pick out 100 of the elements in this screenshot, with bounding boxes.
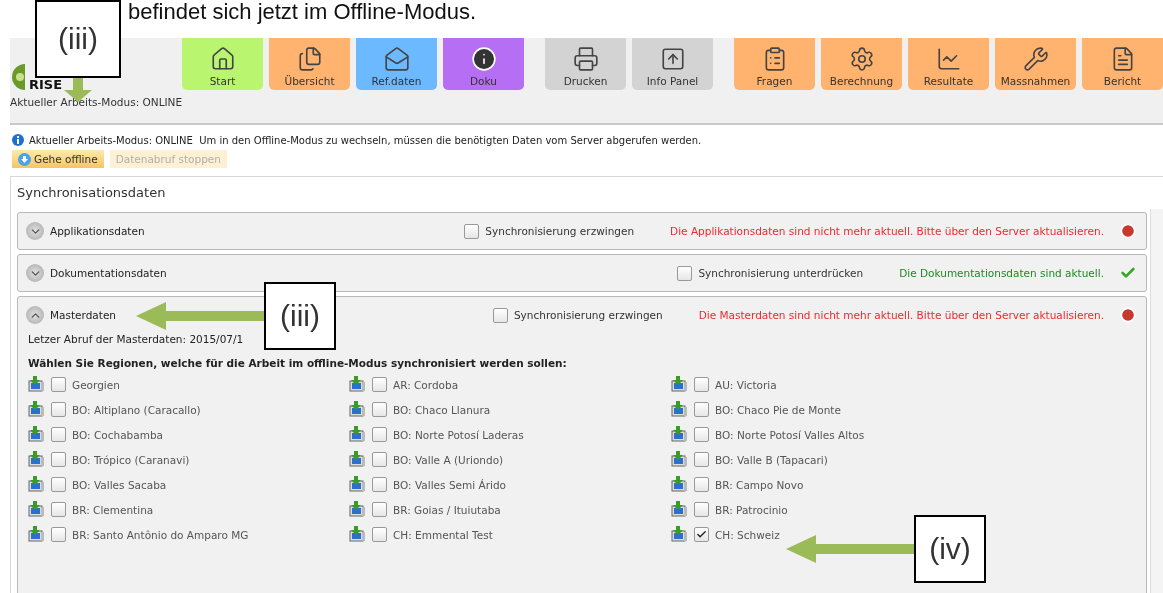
download-monitor-icon bbox=[28, 426, 45, 443]
toolbar-tile[interactable]: Info Panel bbox=[632, 38, 713, 90]
checkbox[interactable] bbox=[694, 452, 709, 467]
toolbar-tile[interactable]: Resultate bbox=[908, 38, 989, 90]
info-message: Aktueller Arbeits-Modus: ONLINE Um in den Offline-Modus zu wechseln, müssen die benötigten Daten vom Server abgerufen werden. bbox=[29, 134, 702, 146]
checkbox[interactable] bbox=[694, 502, 709, 517]
toggle-icon[interactable] bbox=[26, 306, 44, 324]
callout-label: (iii) bbox=[264, 282, 336, 350]
panel-title: Synchronisationsdaten bbox=[17, 185, 167, 200]
download-monitor-icon bbox=[349, 401, 366, 418]
wrench-icon bbox=[1022, 46, 1049, 72]
printer-icon bbox=[572, 46, 599, 72]
document-text: befindet sich jetzt im Offline-Modus. bbox=[127, 0, 478, 26]
mode-status: Aktueller Arbeits-Modus: ONLINE bbox=[10, 95, 184, 108]
toolbar-tile[interactable]: Start bbox=[182, 38, 263, 90]
info-icon bbox=[470, 46, 497, 72]
checkbox[interactable] bbox=[372, 377, 387, 392]
checkbox[interactable] bbox=[372, 402, 387, 417]
checkbox[interactable] bbox=[51, 527, 66, 542]
download-monitor-icon bbox=[671, 526, 688, 543]
download-monitor-icon bbox=[671, 501, 688, 518]
region-label: BO: Valles Sacaba bbox=[72, 478, 167, 491]
toolbar-tile[interactable]: Fragen bbox=[734, 38, 815, 90]
download-monitor-icon bbox=[349, 426, 366, 443]
download-monitor-icon bbox=[671, 426, 688, 443]
checkbox[interactable] bbox=[492, 307, 508, 323]
documents-icon bbox=[296, 46, 323, 72]
checkbox[interactable] bbox=[51, 402, 66, 417]
toolbar-tile[interactable]: Doku bbox=[443, 38, 524, 90]
house-icon bbox=[209, 46, 236, 72]
gear-icon bbox=[848, 46, 875, 72]
callout-label: (iv) bbox=[914, 515, 986, 583]
info-icon bbox=[12, 134, 24, 146]
region-label: BO: Norte Potosí Laderas bbox=[393, 428, 524, 441]
region-label: BO: Norte Potosí Valles Altos bbox=[715, 428, 865, 441]
error-icon bbox=[1120, 307, 1136, 323]
envelope-icon bbox=[383, 46, 410, 72]
region-label: Georgien bbox=[72, 378, 120, 391]
region-label: BR: Clementina bbox=[72, 503, 154, 516]
download-monitor-icon bbox=[28, 376, 45, 393]
toolbar-tile[interactable]: Massnahmen bbox=[995, 38, 1076, 90]
status-message: Die Applikationsdaten sind nicht mehr aktuell. Bitte über den Server aktualisieren. bbox=[670, 225, 1104, 237]
checkbox[interactable] bbox=[372, 452, 387, 467]
checkbox[interactable] bbox=[372, 427, 387, 442]
toolbar-tile[interactable]: Drucken bbox=[545, 38, 626, 90]
download-monitor-icon bbox=[28, 501, 45, 518]
region-label: BO: Valle B (Tapacari) bbox=[715, 453, 828, 466]
scrollbar[interactable] bbox=[1150, 209, 1163, 593]
section-title[interactable]: Dokumentationsdaten bbox=[50, 267, 672, 279]
toolbar-tile[interactable]: Berechnung bbox=[821, 38, 902, 90]
last-fetch-text: Letzer Abruf der Masterdaten: 2015/07/1 bbox=[28, 333, 245, 345]
region-label: BO: Valles Semi Árido bbox=[393, 478, 506, 491]
toolbar-tile[interactable]: Übersicht bbox=[269, 38, 350, 90]
checkbox[interactable] bbox=[51, 377, 66, 392]
logo-text: RISE bbox=[29, 77, 63, 92]
checkbox[interactable] bbox=[694, 402, 709, 417]
check-icon bbox=[1120, 265, 1136, 281]
download-monitor-icon bbox=[28, 451, 45, 468]
action-button[interactable]: Gehe offline bbox=[12, 150, 104, 168]
download-monitor-icon bbox=[349, 501, 366, 518]
region-label: BR: Santo Antônio do Amparo MG bbox=[72, 528, 249, 541]
region-label: AU: Victoria bbox=[715, 378, 777, 391]
download-monitor-icon bbox=[28, 526, 45, 543]
checkbox[interactable] bbox=[51, 452, 66, 467]
download-monitor-icon bbox=[671, 451, 688, 468]
region-label: AR: Cordoba bbox=[393, 378, 459, 391]
status-message: Die Masterdaten sind nicht mehr aktuell. Bitte über den Server aktualisieren. bbox=[698, 309, 1104, 321]
checkbox[interactable] bbox=[372, 477, 387, 492]
checkbox[interactable] bbox=[372, 527, 387, 542]
checkbox[interactable] bbox=[694, 527, 709, 542]
checkbox[interactable] bbox=[677, 265, 693, 281]
region-label: CH: Schweiz bbox=[715, 528, 780, 541]
checkbox[interactable] bbox=[372, 502, 387, 517]
download-monitor-icon bbox=[349, 526, 366, 543]
download-monitor-icon bbox=[349, 451, 366, 468]
checkbox[interactable] bbox=[51, 427, 66, 442]
region-label: BO: Trópico (Caranavi) bbox=[72, 453, 190, 466]
checkbox[interactable] bbox=[694, 377, 709, 392]
error-icon bbox=[1120, 223, 1136, 239]
option-label: Synchronisierung unterdrücken bbox=[698, 267, 864, 279]
download-monitor-icon bbox=[28, 401, 45, 418]
download-monitor-icon bbox=[671, 476, 688, 493]
toggle-icon[interactable] bbox=[26, 264, 44, 282]
checkbox[interactable] bbox=[464, 223, 480, 239]
region-label: BO: Altiplano (Caracallo) bbox=[72, 403, 201, 416]
option-label: Synchronisierung erzwingen bbox=[513, 309, 663, 321]
toggle-icon[interactable] bbox=[26, 222, 44, 240]
region-prompt: Wählen Sie Regionen, welche für die Arbeit im offline-Modus synchronisiert werden sollen: bbox=[28, 357, 568, 369]
status-message: Die Dokumentationsdaten sind aktuell. bbox=[899, 267, 1104, 279]
download-monitor-icon bbox=[671, 401, 688, 418]
checkbox[interactable] bbox=[51, 502, 66, 517]
region-label: BO: Valle A (Uriondo) bbox=[393, 453, 504, 466]
section-title[interactable]: Applikationsdaten bbox=[50, 225, 459, 237]
checkmark-icon bbox=[696, 529, 707, 540]
checkbox[interactable] bbox=[51, 477, 66, 492]
checkbox[interactable] bbox=[694, 477, 709, 492]
toolbar-tile[interactable]: Ref.daten bbox=[356, 38, 437, 90]
toolbar-tile[interactable]: Bericht bbox=[1082, 38, 1163, 90]
checkbox[interactable] bbox=[694, 427, 709, 442]
download-monitor-icon bbox=[671, 376, 688, 393]
